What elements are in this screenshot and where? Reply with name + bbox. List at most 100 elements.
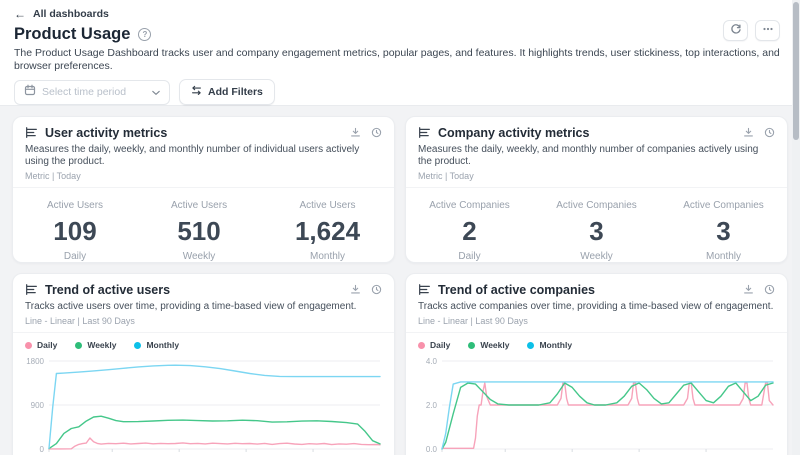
card-description: Tracks active users over time, providing… xyxy=(25,301,382,313)
legend-item-weekly[interactable]: Weekly xyxy=(468,340,509,350)
legend-item-monthly[interactable]: Monthly xyxy=(527,340,572,350)
legend-dot-monthly xyxy=(134,342,141,349)
metric-value: 510 xyxy=(171,216,227,247)
clock-icon[interactable] xyxy=(371,284,382,295)
card-meta: Line - Linear | Last 90 Days xyxy=(25,316,382,326)
clock-icon[interactable] xyxy=(371,127,382,138)
metric-label: Active Companies xyxy=(429,200,510,211)
metric-period: Monthly xyxy=(295,251,360,262)
more-options-button[interactable] xyxy=(755,20,780,41)
legend-item-daily[interactable]: Daily xyxy=(418,340,450,350)
card-header: Trend of active users Tracks active user… xyxy=(13,274,394,333)
metric-widget-icon xyxy=(418,126,431,139)
trend-of-active-companies-chart: 0.02.04.0May 29, 2024Jun 15, 2024Jul 03,… xyxy=(412,353,781,455)
legend-dot-weekly xyxy=(468,342,475,349)
legend-item-daily[interactable]: Daily xyxy=(25,340,57,350)
metric-monthly-active-users: Active Users 1,624 Monthly xyxy=(295,200,360,262)
filters-swap-icon xyxy=(191,85,202,99)
svg-text:4.0: 4.0 xyxy=(426,357,438,366)
card-title: Trend of active companies xyxy=(438,283,736,297)
metric-monthly-active-companies: Active Companies 3 Monthly xyxy=(683,200,764,262)
metric-value: 2 xyxy=(429,216,510,247)
metric-weekly-active-companies: Active Companies 3 Weekly xyxy=(556,200,637,262)
card-company-activity-metrics: Company activity metrics Measures the da… xyxy=(405,116,788,263)
legend-item-monthly[interactable]: Monthly xyxy=(134,340,179,350)
refresh-button[interactable] xyxy=(723,20,748,41)
legend-label: Daily xyxy=(37,340,57,350)
metric-daily-active-companies: Active Companies 2 Daily xyxy=(429,200,510,262)
download-icon[interactable] xyxy=(350,284,361,295)
metric-label: Active Users xyxy=(47,200,103,211)
metric-value: 109 xyxy=(47,216,103,247)
calendar-icon xyxy=(24,83,36,101)
filter-row: Select time period Add Filters xyxy=(14,79,786,105)
card-description: Tracks active companies over time, provi… xyxy=(418,301,775,313)
legend-label: Monthly xyxy=(539,340,572,350)
card-meta: Line - Linear | Last 90 Days xyxy=(418,316,775,326)
download-icon[interactable] xyxy=(350,127,361,138)
page-actions xyxy=(723,20,780,41)
metrics-row: Active Companies 2 Daily Active Companie… xyxy=(406,188,787,262)
back-to-dashboards-link[interactable]: ← All dashboards xyxy=(14,8,109,20)
card-description: Measures the daily, weekly, and monthly … xyxy=(418,144,775,168)
title-row: Product Usage ? xyxy=(14,25,786,44)
download-icon[interactable] xyxy=(743,284,754,295)
clock-icon[interactable] xyxy=(764,284,775,295)
chart-widget-icon xyxy=(25,283,38,296)
legend-label: Daily xyxy=(430,340,450,350)
card-trend-active-companies: Trend of active companies Tracks active … xyxy=(405,273,788,455)
metric-value: 1,624 xyxy=(295,216,360,247)
legend-dot-weekly xyxy=(75,342,82,349)
metrics-row: Active Users 109 Daily Active Users 510 … xyxy=(13,188,394,262)
card-title: Company activity metrics xyxy=(438,126,736,140)
legend-label: Monthly xyxy=(146,340,179,350)
metric-label: Active Companies xyxy=(556,200,637,211)
svg-text:1800: 1800 xyxy=(26,357,44,366)
legend-item-weekly[interactable]: Weekly xyxy=(75,340,116,350)
chevron-down-icon xyxy=(152,83,160,101)
dashboard-grid: User activity metrics Measures the daily… xyxy=(0,105,800,455)
page-title: Product Usage xyxy=(14,25,130,44)
metric-period: Monthly xyxy=(683,251,764,262)
scrollbar-thumb[interactable] xyxy=(793,2,799,140)
scrollbar-track[interactable] xyxy=(792,0,800,455)
svg-text:0: 0 xyxy=(40,445,45,454)
download-icon[interactable] xyxy=(743,127,754,138)
metric-period: Weekly xyxy=(556,251,637,262)
back-label: All dashboards xyxy=(33,8,109,20)
card-meta: Metric | Today xyxy=(418,171,775,181)
metric-value: 3 xyxy=(556,216,637,247)
svg-text:0.0: 0.0 xyxy=(426,445,438,454)
svg-text:900: 900 xyxy=(31,401,45,410)
svg-text:2.0: 2.0 xyxy=(426,401,438,410)
topbar: ← All dashboards Product Usage ? The Pro… xyxy=(0,0,800,105)
chart-widget-icon xyxy=(418,283,431,296)
metric-widget-icon xyxy=(25,126,38,139)
legend-dot-daily xyxy=(418,342,425,349)
card-description: Measures the daily, weekly, and monthly … xyxy=(25,144,382,168)
card-user-activity-metrics: User activity metrics Measures the daily… xyxy=(12,116,395,263)
back-arrow-icon: ← xyxy=(14,9,26,19)
legend-dot-daily xyxy=(25,342,32,349)
card-title: User activity metrics xyxy=(45,126,343,140)
legend-label: Weekly xyxy=(87,340,116,350)
page-description: The Product Usage Dashboard tracks user … xyxy=(14,47,786,73)
time-period-placeholder: Select time period xyxy=(42,86,126,98)
card-title: Trend of active users xyxy=(45,283,343,297)
legend-label: Weekly xyxy=(480,340,509,350)
metric-label: Active Users xyxy=(295,200,360,211)
card-header: Company activity metrics Measures the da… xyxy=(406,117,787,188)
metric-weekly-active-users: Active Users 510 Weekly xyxy=(171,200,227,262)
help-icon[interactable]: ? xyxy=(138,28,151,41)
metric-label: Active Companies xyxy=(683,200,764,211)
card-trend-active-users: Trend of active users Tracks active user… xyxy=(12,273,395,455)
metric-value: 3 xyxy=(683,216,764,247)
ellipsis-icon xyxy=(762,22,774,40)
chart-legend: Daily Weekly Monthly xyxy=(13,333,394,353)
clock-icon[interactable] xyxy=(764,127,775,138)
refresh-icon xyxy=(730,22,742,40)
time-period-select[interactable]: Select time period xyxy=(14,80,170,105)
add-filters-button[interactable]: Add Filters xyxy=(179,79,275,105)
metric-daily-active-users: Active Users 109 Daily xyxy=(47,200,103,262)
legend-dot-monthly xyxy=(527,342,534,349)
